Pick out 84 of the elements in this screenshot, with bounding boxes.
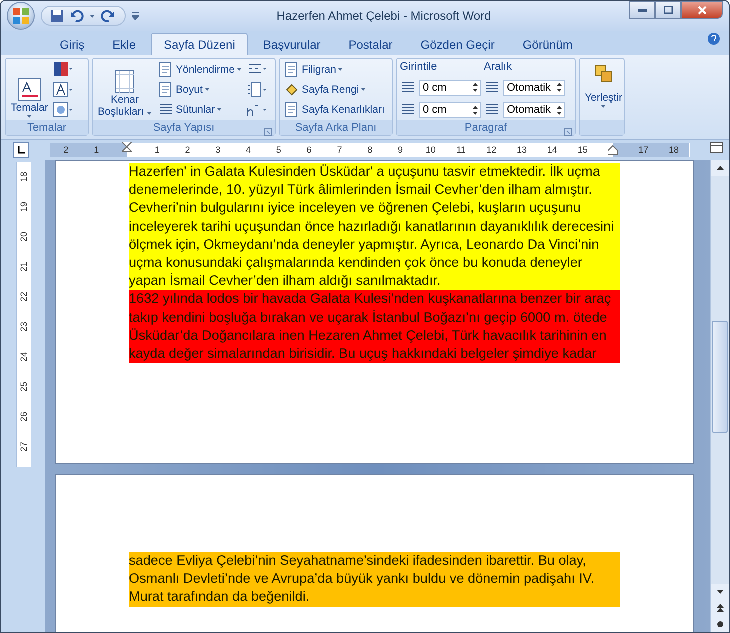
- spacing-before-icon: [484, 80, 500, 96]
- customize-toolbar-icon: [132, 12, 139, 20]
- scroll-up-icon: [716, 166, 724, 170]
- ribbon-button[interactable]: Filigran: [283, 61, 386, 78]
- window-title: Hazerfen Ahmet Çelebi - Microsoft Word: [276, 9, 492, 23]
- minimize-icon: [638, 8, 646, 12]
- caret-icon: [338, 68, 344, 71]
- ribbon-tab[interactable]: Başvurular: [250, 33, 334, 55]
- highlighted-paragraph: sadece Evliya Çelebi’nin Seyahatname’sindeki ifadesinden ibarettir. Bu olay, Osmanlı Devleti’nde ve Avrupa’da büyük yankı buldu ve dönemin padişahı IV. Murat tarafından da beğenildi.: [129, 552, 620, 607]
- group-label: Temalar: [27, 122, 67, 134]
- colors-icon: [53, 61, 74, 77]
- margins-button[interactable]: Kenar Boşlukları: [96, 61, 154, 118]
- field-label: Aralık: [484, 61, 514, 73]
- redo-icon: [101, 9, 115, 23]
- indent-left-icon: [400, 80, 416, 96]
- help-icon: [707, 32, 721, 46]
- ribbon-tab[interactable]: Sayfa Düzeni: [151, 33, 248, 55]
- orientation-icon: [158, 62, 174, 78]
- minimize-button[interactable]: [629, 1, 655, 19]
- arrange-icon: [594, 64, 614, 84]
- caret-icon: [147, 112, 152, 115]
- view-ruler-icon: [709, 140, 725, 156]
- themes-button[interactable]: Temalar: [9, 61, 50, 118]
- previous-page-icon: [716, 604, 724, 612]
- vertical-scrollbar[interactable]: [710, 160, 729, 632]
- line-numbers-icon: [246, 82, 266, 98]
- office-button[interactable]: [7, 2, 35, 30]
- caret-icon: [27, 115, 32, 118]
- ribbon-tab[interactable]: Postalar: [336, 33, 406, 55]
- ribbon-button[interactable]: Boyut: [157, 81, 243, 98]
- vertical-ruler: 18 19 20 21 22 23 24 25 26 27: [16, 162, 30, 467]
- ribbon-button[interactable]: Yönlendirme: [157, 61, 243, 78]
- caret-icon: [361, 88, 366, 91]
- dialog-launcher-icon: [564, 128, 572, 136]
- horizontal-ruler: 2 1 1 2 3 4 5 6 7 8 9 10 11 12 13 14 15 17 18: [50, 143, 690, 157]
- left-tab-icon: [17, 146, 25, 154]
- margins-icon: [114, 70, 136, 94]
- caret-icon: [204, 88, 210, 91]
- maximize-button[interactable]: [655, 1, 681, 19]
- caret-icon: [236, 68, 242, 71]
- ribbon-button[interactable]: Sayfa Kenarlıkları: [283, 101, 386, 118]
- spin-field[interactable]: 0 cm: [419, 102, 481, 118]
- close-button[interactable]: [681, 1, 723, 19]
- fonts-icon: [53, 82, 74, 98]
- group-label: Sayfa Yapısı: [153, 122, 215, 134]
- group-label: Sayfa Arka Planı: [295, 122, 377, 134]
- dialog-launcher-icon: [264, 128, 272, 136]
- caret-icon: [90, 14, 95, 18]
- caret-icon: [217, 108, 222, 111]
- ribbon-tab[interactable]: Görünüm: [510, 33, 586, 55]
- field-label: Girintile: [400, 61, 438, 73]
- ribbon-button[interactable]: Sayfa Rengi: [283, 81, 386, 98]
- spinner-icon: [473, 106, 478, 114]
- maximize-icon: [664, 6, 672, 14]
- ribbon-tab[interactable]: Gözden Geçir: [408, 33, 508, 55]
- themes-icon: [18, 78, 42, 102]
- scroll-thumb[interactable]: [712, 321, 728, 433]
- group-footer: [580, 120, 624, 135]
- close-icon: [698, 6, 706, 14]
- page-borders-icon: [284, 102, 300, 118]
- arrange-button[interactable]: Yerleştir: [583, 61, 624, 118]
- spin-field[interactable]: Otomatik: [503, 80, 565, 96]
- highlighted-paragraph: 1632 yılında lodos bir havada Galata Kulesi’nden kuşkanatlarına benzer bir araç takıp kendini boşluğa bırakan ve uçarak İstanbul Boğazı’nı geçip 6000 m. ötede Üsküdar’da Doğancılara inen Hezaren Ahmet Çelebi, Türk havacılık tarihinin en kayda değer simalarından birisidir. Bu uçuş hakkındaki belgeler şimdiye kadar: [129, 290, 620, 364]
- spinner-icon: [557, 106, 562, 114]
- spin-field[interactable]: 0 cm: [419, 80, 481, 96]
- ribbon-tab[interactable]: Ekle: [100, 33, 150, 55]
- save-icon: [50, 9, 64, 23]
- size-icon: [158, 82, 174, 98]
- spinner-icon: [473, 83, 478, 92]
- office-logo-icon: [12, 7, 30, 25]
- tab-selector[interactable]: [13, 142, 29, 158]
- browse-object-icon: [716, 620, 724, 628]
- effects-icon: [53, 102, 74, 118]
- columns-icon: [158, 102, 174, 118]
- undo-icon: [70, 9, 84, 23]
- watermark-icon: [284, 62, 300, 78]
- group-label: Paragraf: [464, 122, 508, 134]
- scroll-down-icon: [716, 590, 724, 594]
- caret-icon: [601, 105, 606, 108]
- spinner-icon: [557, 83, 562, 92]
- spin-field[interactable]: Otomatik: [503, 102, 565, 118]
- highlighted-paragraph: Hazerfen' in Galata Kulesinden Üsküdar' a uçuşunu tasvir etmektedir. İlk uçma denemelerinde, 10. yüzyıl Türk âlimlerinden İsmail Cevher’den ilham almıştır. Cevheri’nin bulgularını iyice inceleyen ve öğrenen Çelebi, kuşların uçuşunu inceleyerek tarihi uçuşundan önce hazırladığı kanatlarının dayanıklılık derecesini ölçmek için, Okmeydanı’nda deneyler yapmıştır. Ayrıca, Leonardo Da Vinci’nin uçma konusundaki çalışmalarında kendinden çok önce bu konuda deneyler yapan İsmail Cevher’den ilham aldığı sanılmaktadır.: [129, 163, 620, 290]
- ribbon-button[interactable]: Sütunlar: [157, 101, 243, 118]
- ribbon-tab[interactable]: Giriş: [47, 33, 98, 55]
